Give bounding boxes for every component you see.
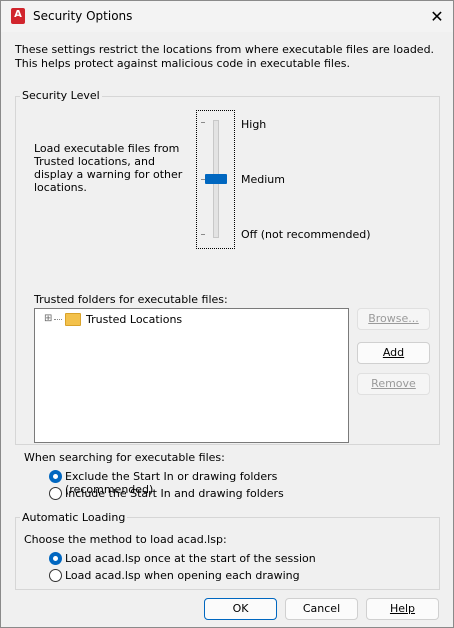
remove-button-label: Remove	[371, 377, 416, 390]
add-button-label: Add	[382, 346, 405, 359]
radio-load-once[interactable]: Load acad.lsp once at the start of the s…	[49, 551, 349, 565]
ok-button-label: OK	[232, 602, 249, 615]
radio-button[interactable]	[49, 487, 62, 500]
level-label-medium: Medium	[241, 173, 285, 186]
tree-item-trusted-locations[interactable]: ⊞ Trusted Locations	[44, 313, 204, 327]
radio-label: Load acad.lsp when opening each drawing	[65, 569, 300, 582]
ok-button[interactable]: OK	[204, 598, 277, 620]
radio-include-start-in[interactable]: Include the Start In and drawing folders	[49, 486, 349, 500]
radio-button[interactable]	[49, 470, 62, 483]
folder-icon	[65, 313, 81, 326]
browse-button-label: Browse...	[368, 312, 419, 325]
tree-item-label: Trusted Locations	[86, 313, 183, 326]
browse-button[interactable]: Browse...	[357, 308, 430, 330]
slider-tick-off	[201, 234, 205, 235]
cancel-button-label: Cancel	[302, 602, 341, 615]
cancel-button[interactable]: Cancel	[285, 598, 358, 620]
slider-thumb[interactable]	[205, 174, 227, 184]
radio-label: Load acad.lsp once at the start of the s…	[65, 552, 316, 565]
radio-label: Include the Start In and drawing folders	[65, 487, 284, 500]
close-icon: ✕	[430, 7, 444, 26]
expand-icon[interactable]: ⊞	[44, 313, 52, 324]
add-button[interactable]: Add	[357, 342, 430, 364]
automatic-loading-legend: Automatic Loading	[20, 511, 128, 524]
security-options-dialog: A Security Options ✕ These settings rest…	[0, 0, 454, 628]
level-label-high: High	[241, 118, 267, 131]
close-button[interactable]: ✕	[421, 3, 453, 30]
autoload-label: Choose the method to load acad.lsp:	[24, 533, 227, 546]
window-title: Security Options	[33, 9, 133, 23]
title-bar[interactable]: A Security Options ✕	[1, 1, 453, 32]
security-level-legend: Security Level	[20, 89, 102, 102]
trusted-folders-label: Trusted folders for executable files:	[34, 293, 228, 306]
radio-load-each-drawing[interactable]: Load acad.lsp when opening each drawing	[49, 568, 349, 582]
radio-exclude-start-in[interactable]: Exclude the Start In or drawing folders …	[49, 469, 349, 496]
slider-tick-high	[201, 122, 205, 123]
trusted-folders-tree[interactable]: ⊞ Trusted Locations	[34, 308, 349, 443]
security-level-explanation: Load executable files from Trusted locat…	[34, 142, 183, 194]
search-label: When searching for executable files:	[24, 451, 225, 464]
autocad-app-icon: A	[11, 8, 25, 24]
help-button-label: Help	[389, 602, 416, 615]
level-label-off: Off (not recommended)	[241, 228, 371, 241]
remove-button[interactable]: Remove	[357, 373, 430, 395]
radio-button[interactable]	[49, 552, 62, 565]
radio-button[interactable]	[49, 569, 62, 582]
description-text: These settings restrict the locations fr…	[15, 43, 435, 70]
help-button[interactable]: Help	[366, 598, 439, 620]
tree-connector	[54, 319, 62, 320]
